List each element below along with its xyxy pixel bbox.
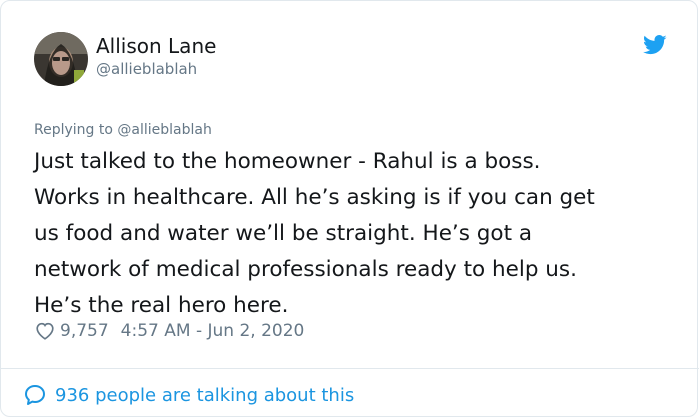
tweet-line: Just talked to the homeowner - Rahul is … [34,149,541,174]
tweet-meta: 9,757 4:57 AM - Jun 2, 2020 [34,318,304,344]
heart-icon[interactable] [34,320,56,342]
like-count[interactable]: 9,757 [60,321,109,341]
divider [1,368,699,369]
author-handle[interactable]: @allieblablah [96,59,197,79]
tweet-text: Just talked to the homeowner - Rahul is … [34,144,674,324]
replying-to[interactable]: Replying to @allieblablah [34,121,212,139]
twitter-bird-icon[interactable] [643,35,667,55]
tweet-line: Works in healthcare. All he’s asking is … [34,185,595,210]
tweet-card: Allison Lane @allieblablah Replying to @… [0,0,699,417]
avatar[interactable] [34,32,88,86]
timestamp[interactable]: 4:57 AM - Jun 2, 2020 [121,321,305,341]
talking-text[interactable]: 936 people are talking about this [55,385,354,406]
tweet-line: network of medical professionals ready t… [34,257,577,282]
tweet-line: us food and water we’ll be straight. He’… [34,221,533,246]
author-name[interactable]: Allison Lane [96,33,216,59]
talking-link[interactable]: 936 people are talking about this [23,382,354,408]
speech-bubble-icon [25,385,45,405]
